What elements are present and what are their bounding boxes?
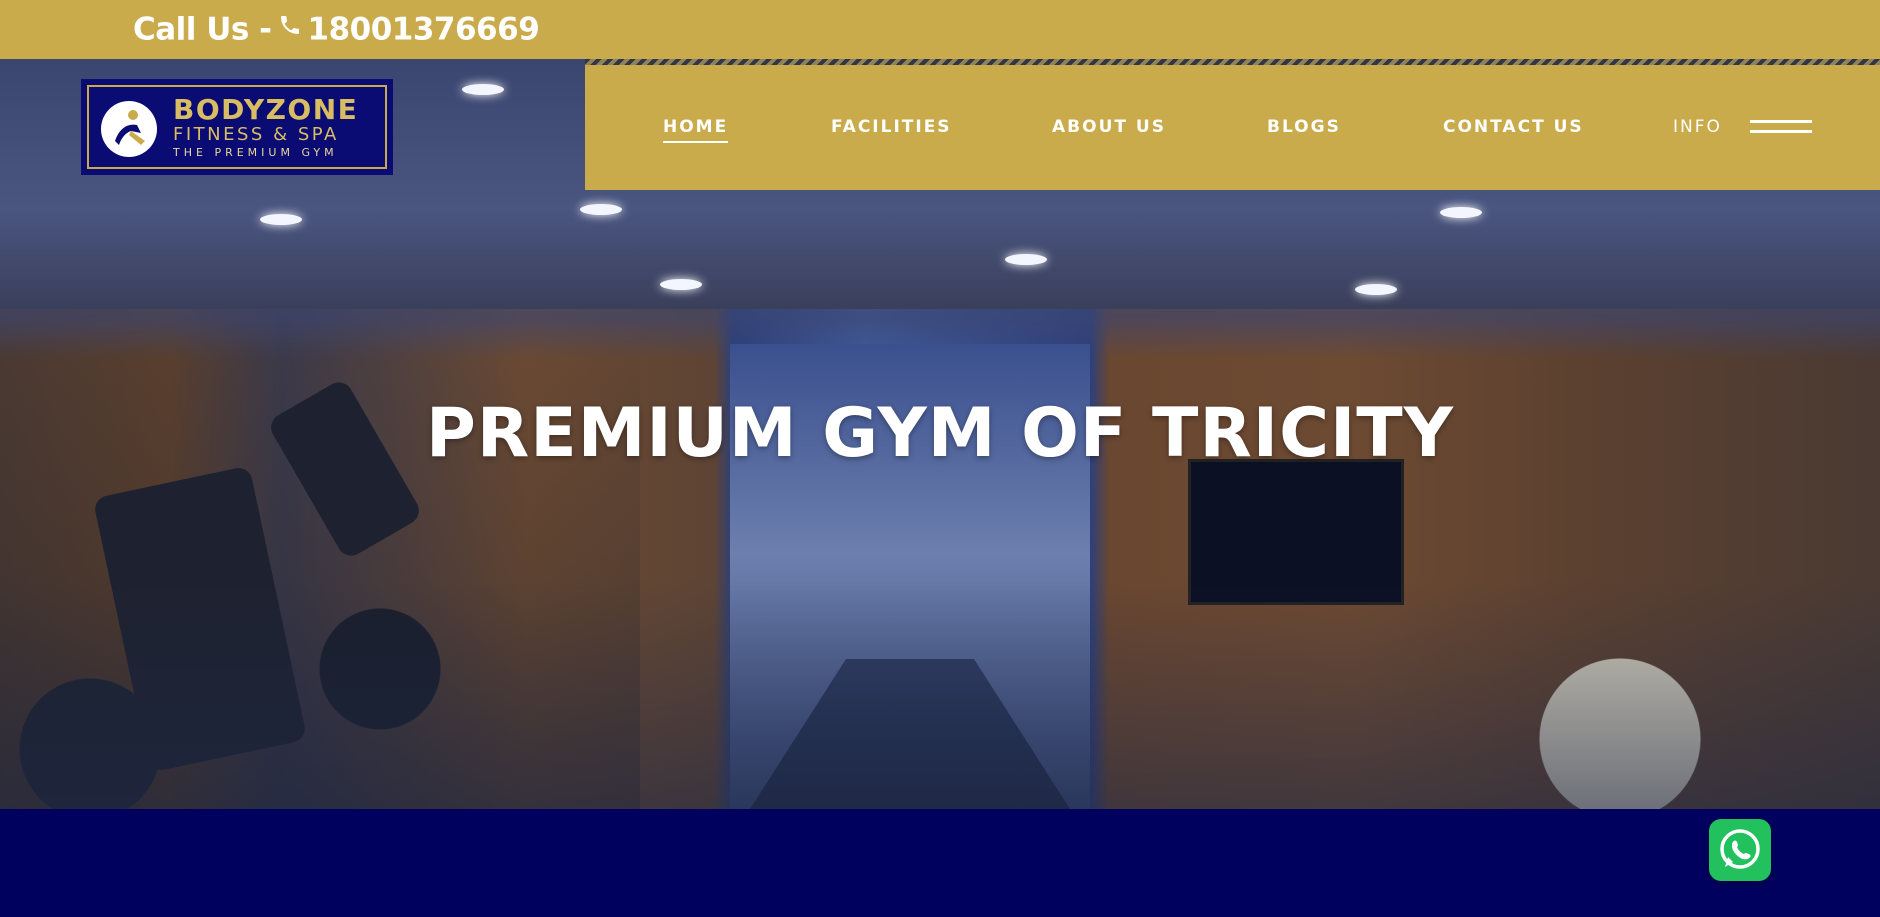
nav-facilities-label: FACILITIES bbox=[831, 117, 952, 137]
nav-about-us[interactable]: ABOUT US bbox=[1052, 65, 1166, 190]
nav-home-label: HOME bbox=[663, 117, 729, 143]
nav-info-label: INFO bbox=[1673, 117, 1722, 137]
hero-title: PREMIUM GYM OF TRICITY bbox=[426, 394, 1454, 473]
main-navbar: HOME FACILITIES ABOUT US BLOGS CONTACT U… bbox=[585, 65, 1880, 190]
logo-brand: BODYZONE bbox=[173, 93, 359, 126]
nav-blogs[interactable]: BLOGS bbox=[1267, 65, 1341, 190]
hamburger-menu-icon[interactable] bbox=[1750, 120, 1812, 134]
hero-floor-shade bbox=[0, 579, 1880, 809]
whatsapp-chat-button[interactable] bbox=[1709, 819, 1771, 881]
nav-contact-us-label: CONTACT US bbox=[1443, 117, 1584, 137]
ceiling-light bbox=[580, 204, 622, 215]
call-us-line[interactable]: Call Us - 18001376669 bbox=[133, 0, 540, 56]
nav-home[interactable]: HOME bbox=[663, 65, 729, 190]
ceiling-light bbox=[1005, 254, 1047, 265]
phone-number[interactable]: 18001376669 bbox=[308, 12, 540, 48]
ceiling-light bbox=[1355, 284, 1397, 295]
whatsapp-icon bbox=[1720, 829, 1760, 869]
ceiling-light bbox=[660, 279, 702, 290]
ceiling-light bbox=[1440, 207, 1482, 218]
logo-tagline: THE PREMIUM GYM bbox=[173, 146, 338, 159]
nav-contact-us[interactable]: CONTACT US bbox=[1443, 65, 1584, 190]
top-call-bar: Call Us - 18001376669 bbox=[0, 0, 1880, 59]
ceiling-light bbox=[462, 84, 504, 95]
runner-logo-icon bbox=[101, 101, 157, 157]
nav-about-us-label: ABOUT US bbox=[1052, 117, 1166, 137]
logo-frame: BODYZONE FITNESS & SPA THE PREMIUM GYM bbox=[87, 85, 387, 169]
nav-blogs-label: BLOGS bbox=[1267, 117, 1341, 137]
nav-facilities[interactable]: FACILITIES bbox=[831, 65, 952, 190]
nav-info[interactable]: INFO bbox=[1673, 65, 1722, 190]
site-logo[interactable]: BODYZONE FITNESS & SPA THE PREMIUM GYM bbox=[81, 79, 393, 175]
logo-subtitle: FITNESS & SPA bbox=[173, 124, 339, 145]
ceiling-light bbox=[260, 214, 302, 225]
phone-icon bbox=[278, 0, 302, 56]
call-us-label: Call Us - bbox=[133, 11, 272, 48]
